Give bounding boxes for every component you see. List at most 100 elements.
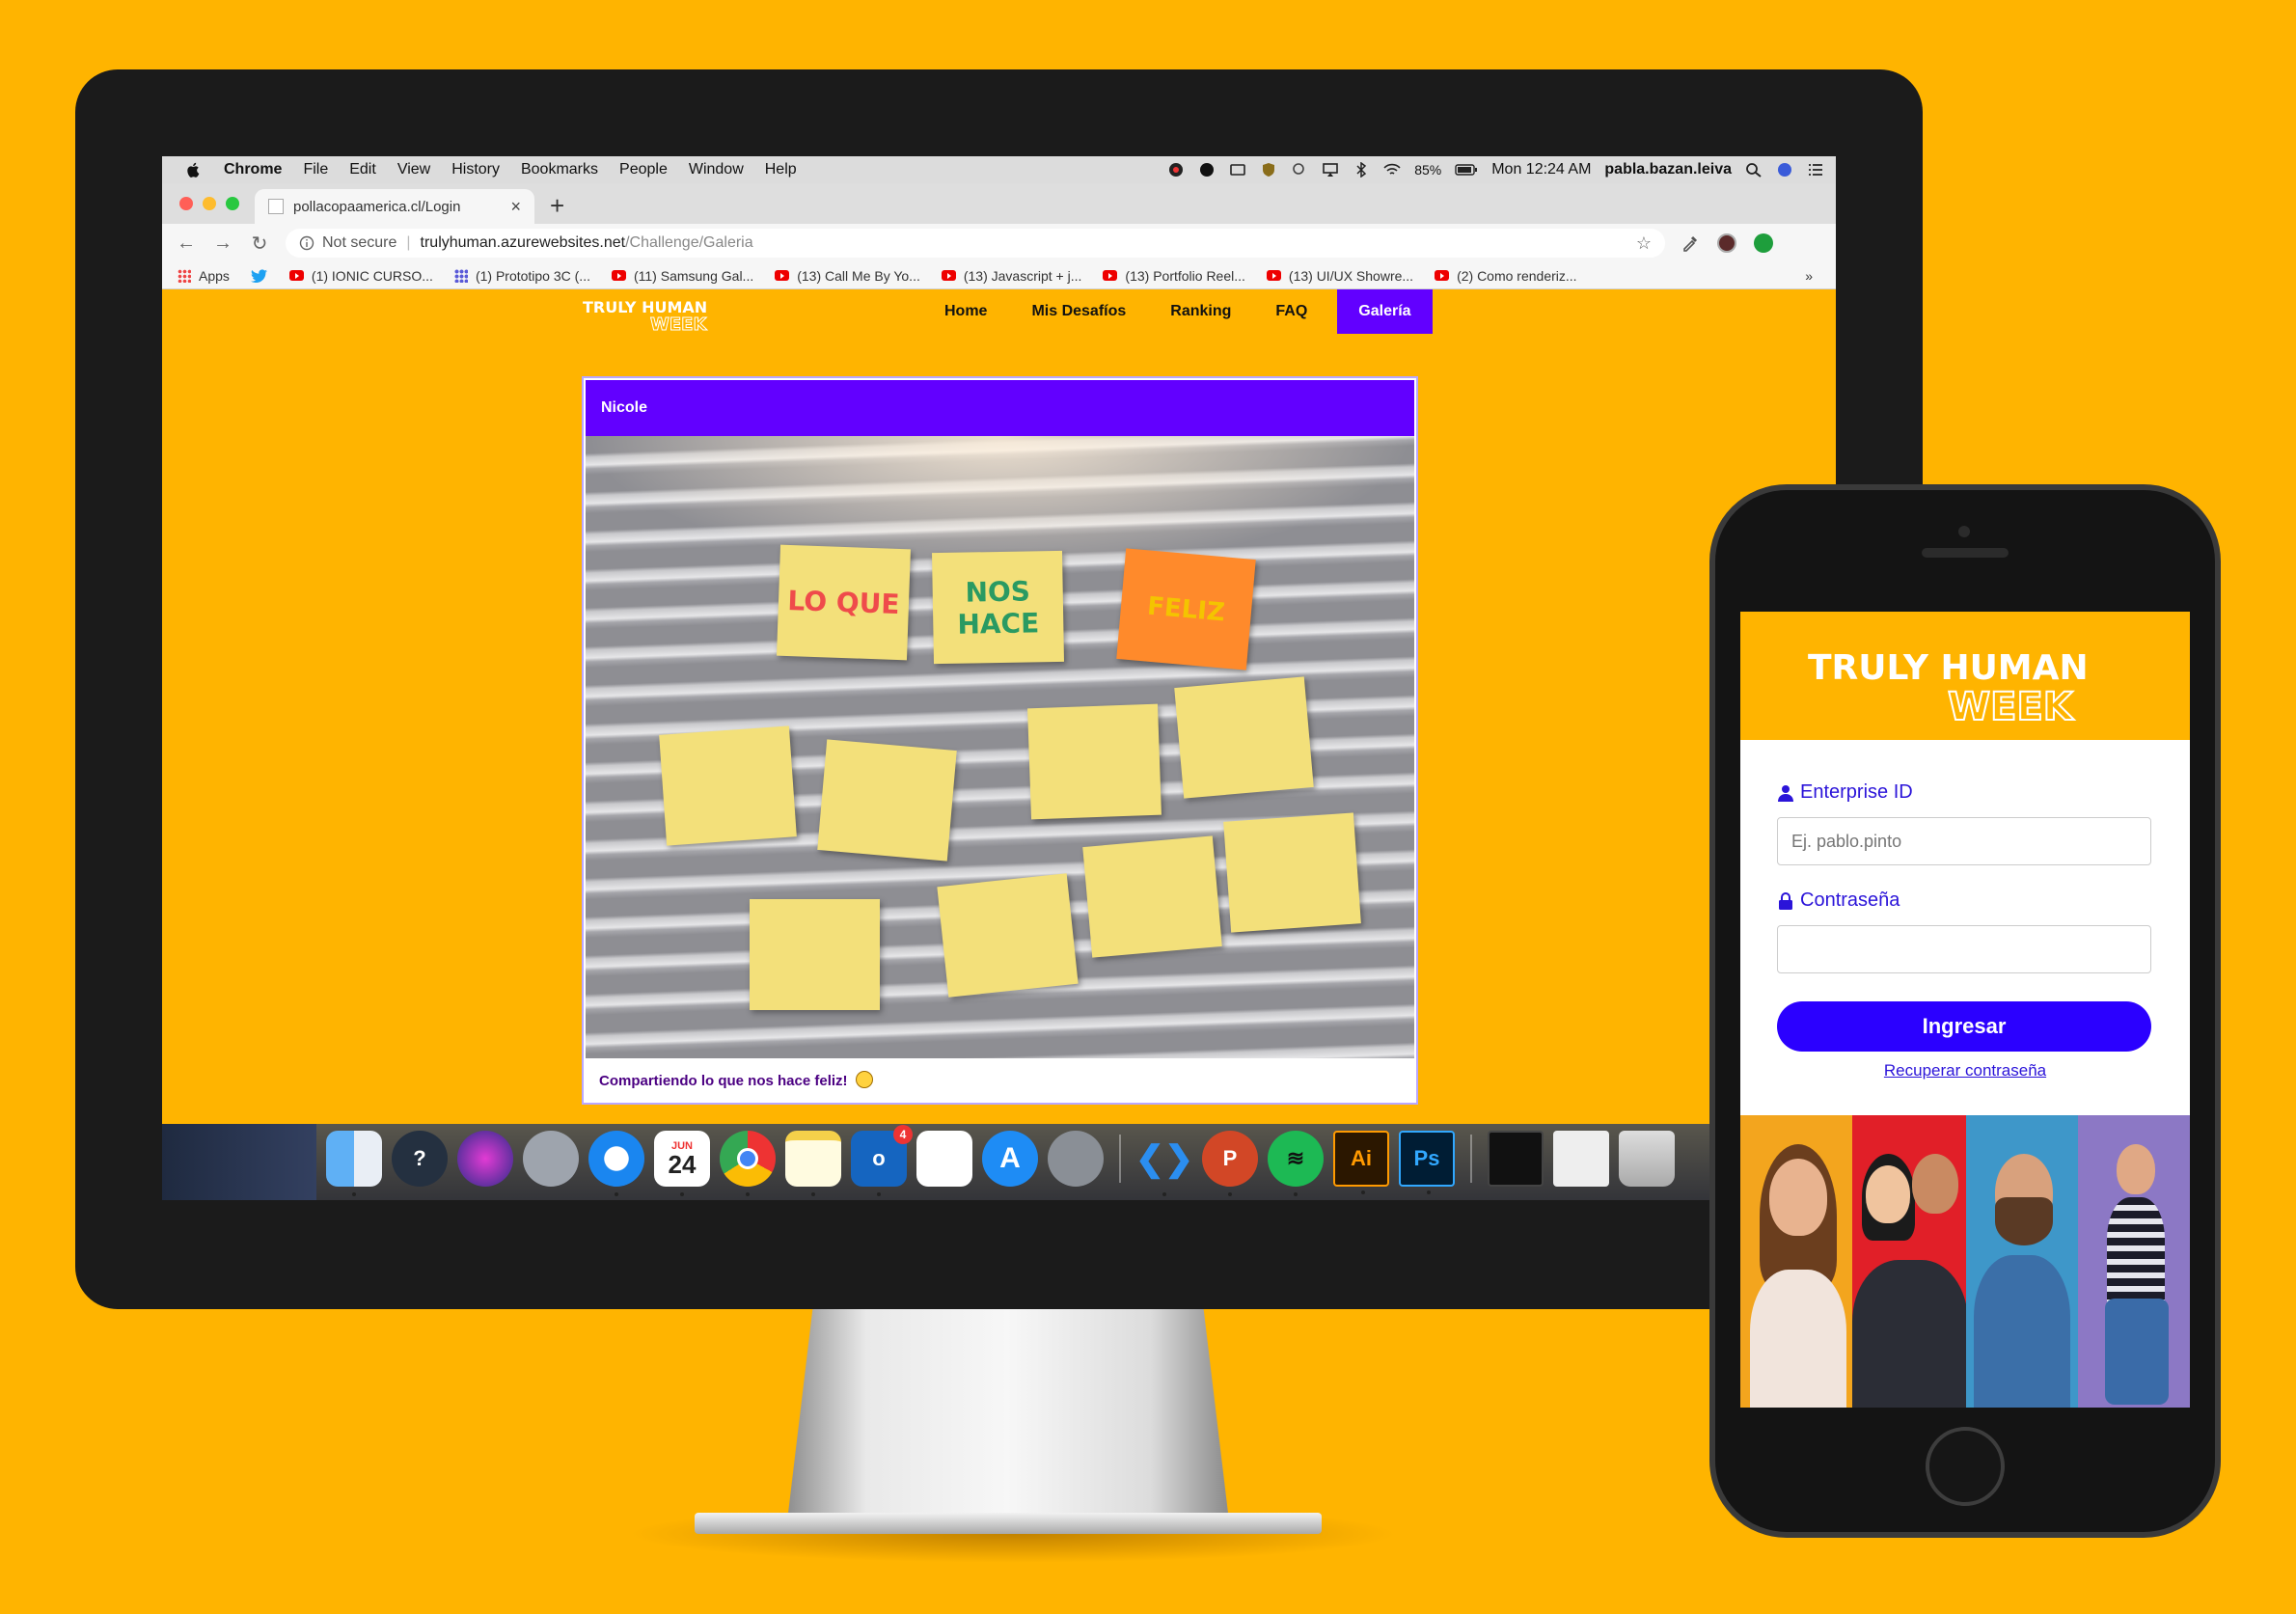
spotify-icon[interactable]: ≋ bbox=[1268, 1131, 1324, 1196]
photoshop-icon[interactable]: Ps bbox=[1399, 1131, 1455, 1194]
menu-app-name[interactable]: Chrome bbox=[224, 161, 282, 178]
post-photo[interactable]: LO QUE NOS HACE FELIZ bbox=[586, 436, 1414, 1058]
lock-icon bbox=[1779, 891, 1792, 910]
nav-home[interactable]: Home bbox=[944, 303, 987, 320]
bookmark-item[interactable]: (13) UI/UX Showre... bbox=[1266, 268, 1413, 284]
fish-app-icon[interactable]: ? bbox=[392, 1131, 448, 1187]
bookmark-item[interactable]: (1) Prototipo 3C (... bbox=[453, 268, 590, 284]
enterprise-id-input[interactable] bbox=[1777, 817, 2151, 865]
bookmark-item[interactable]: (13) Javascript + j... bbox=[941, 268, 1081, 284]
bluetooth-icon[interactable] bbox=[1353, 162, 1370, 178]
running-indicator bbox=[1228, 1192, 1232, 1196]
running-indicator bbox=[877, 1192, 881, 1196]
site-navigation: Home Mis Desafíos Ranking FAQ Galería bbox=[922, 289, 1433, 334]
running-indicator bbox=[1294, 1192, 1298, 1196]
bookmark-item[interactable]: (1) IONIC CURSO... bbox=[288, 268, 433, 284]
page-favicon-icon bbox=[268, 199, 284, 214]
magnifier-status-icon[interactable] bbox=[1291, 162, 1308, 178]
address-bar[interactable]: Not secure | trulyhuman.azurewebsites.ne… bbox=[286, 229, 1665, 258]
ingresar-button[interactable]: Ingresar bbox=[1777, 1001, 2151, 1052]
spotlight-search-icon[interactable] bbox=[1745, 162, 1763, 178]
bookmarks-overflow-chevron[interactable]: » bbox=[1805, 268, 1813, 284]
twitter-bird-icon bbox=[250, 268, 267, 283]
zoom-window-button[interactable] bbox=[226, 197, 239, 210]
minimized-window-thumbnail[interactable] bbox=[1553, 1131, 1609, 1187]
safari-compass-icon[interactable] bbox=[588, 1131, 644, 1196]
chrome-icon[interactable] bbox=[720, 1131, 776, 1196]
illustrator-icon[interactable]: Ai bbox=[1333, 1131, 1389, 1194]
bookmark-item[interactable]: (13) Call Me By Yo... bbox=[775, 268, 920, 284]
reload-icon[interactable]: ↻ bbox=[241, 232, 278, 256]
finder-icon[interactable] bbox=[326, 1131, 382, 1196]
launchpad-rocket-icon[interactable] bbox=[523, 1131, 579, 1187]
info-icon[interactable] bbox=[299, 235, 314, 251]
reminders-icon[interactable] bbox=[916, 1131, 972, 1187]
app-store-icon[interactable]: A bbox=[982, 1131, 1038, 1187]
profile-avatar-icon[interactable] bbox=[1717, 233, 1736, 253]
trash-icon[interactable] bbox=[1619, 1131, 1675, 1187]
nav-galeria[interactable]: Galería bbox=[1337, 289, 1433, 334]
bookmarks-bar: Apps (1) IONIC CURSO... (1) Prototipo 3C… bbox=[162, 262, 1836, 289]
youtube-icon bbox=[288, 270, 304, 281]
bookmark-star-icon[interactable]: ☆ bbox=[1636, 233, 1652, 254]
battery-icon[interactable] bbox=[1455, 162, 1478, 178]
security-label: Not secure bbox=[322, 234, 397, 251]
menu-bookmarks[interactable]: Bookmarks bbox=[521, 161, 598, 178]
youtube-icon bbox=[1266, 270, 1281, 281]
nav-ranking[interactable]: Ranking bbox=[1170, 303, 1231, 320]
system-preferences-gear-icon[interactable] bbox=[1048, 1131, 1104, 1187]
browser-tab[interactable]: pollacopaamerica.cl/Login × bbox=[255, 189, 534, 224]
running-indicator bbox=[1162, 1192, 1166, 1196]
minimize-window-button[interactable] bbox=[203, 197, 216, 210]
dock-icons: ? JUN 24 o4 A ❮❯ P ≋ Ai Ps bbox=[326, 1125, 1675, 1196]
shield-icon[interactable] bbox=[1260, 162, 1277, 178]
forward-arrow-icon[interactable]: → bbox=[205, 233, 241, 255]
menu-people[interactable]: People bbox=[619, 161, 668, 178]
truly-human-week-logo[interactable]: TRULY HUMAN WEEK bbox=[583, 295, 737, 334]
new-tab-plus-icon[interactable]: + bbox=[550, 191, 564, 221]
siri-icon[interactable] bbox=[1776, 162, 1793, 178]
imac-stand bbox=[786, 1307, 1230, 1529]
window-controls bbox=[179, 197, 239, 210]
close-tab-icon[interactable]: × bbox=[510, 197, 521, 217]
nav-faq[interactable]: FAQ bbox=[1275, 303, 1307, 320]
home-button[interactable] bbox=[1926, 1427, 2005, 1506]
sticky-note-drawing bbox=[1174, 676, 1314, 799]
bookmark-twitter[interactable] bbox=[250, 268, 268, 283]
eyedropper-icon[interactable] bbox=[1681, 233, 1700, 253]
extension-icon[interactable] bbox=[1754, 233, 1773, 253]
menu-help[interactable]: Help bbox=[765, 161, 797, 178]
apple-icon[interactable] bbox=[185, 161, 203, 178]
notes-icon[interactable] bbox=[785, 1131, 841, 1196]
back-arrow-icon[interactable]: ← bbox=[168, 233, 205, 255]
notification-center-icon[interactable] bbox=[1807, 162, 1824, 178]
recover-password-link[interactable]: Recuperar contraseña bbox=[1740, 1061, 2190, 1081]
airplay-icon[interactable] bbox=[1322, 162, 1339, 178]
nav-mis-desafios[interactable]: Mis Desafíos bbox=[1031, 303, 1126, 320]
menu-file[interactable]: File bbox=[303, 161, 328, 178]
password-input[interactable] bbox=[1777, 925, 2151, 973]
youtube-icon bbox=[775, 270, 790, 281]
menu-window[interactable]: Window bbox=[689, 161, 744, 178]
menubar-clock[interactable]: Mon 12:24 AM bbox=[1491, 161, 1591, 178]
creative-cloud-icon[interactable] bbox=[1167, 162, 1185, 178]
siri-app-icon[interactable] bbox=[457, 1131, 513, 1187]
wifi-icon[interactable] bbox=[1383, 162, 1401, 178]
password-label-text: Contraseña bbox=[1800, 889, 1900, 911]
menu-view[interactable]: View bbox=[397, 161, 430, 178]
bookmark-apps[interactable]: Apps bbox=[178, 268, 230, 284]
display-icon[interactable] bbox=[1229, 162, 1246, 178]
bookmark-item[interactable]: (2) Como renderiz... bbox=[1435, 268, 1577, 284]
calendar-icon[interactable]: JUN 24 bbox=[654, 1131, 710, 1196]
bookmark-item[interactable]: (11) Samsung Gal... bbox=[611, 268, 753, 284]
bookmark-item[interactable]: (13) Portfolio Reel... bbox=[1103, 268, 1245, 284]
vscode-icon[interactable]: ❮❯ bbox=[1135, 1131, 1193, 1196]
outlook-icon[interactable]: o4 bbox=[851, 1125, 913, 1196]
menubar-user[interactable]: pabla.bazan.leiva bbox=[1604, 161, 1732, 178]
circle-app-icon[interactable] bbox=[1198, 162, 1216, 178]
menu-edit[interactable]: Edit bbox=[349, 161, 376, 178]
minimized-window-thumbnail[interactable] bbox=[1488, 1131, 1544, 1187]
powerpoint-icon[interactable]: P bbox=[1202, 1131, 1258, 1196]
close-window-button[interactable] bbox=[179, 197, 193, 210]
menu-history[interactable]: History bbox=[451, 161, 500, 178]
